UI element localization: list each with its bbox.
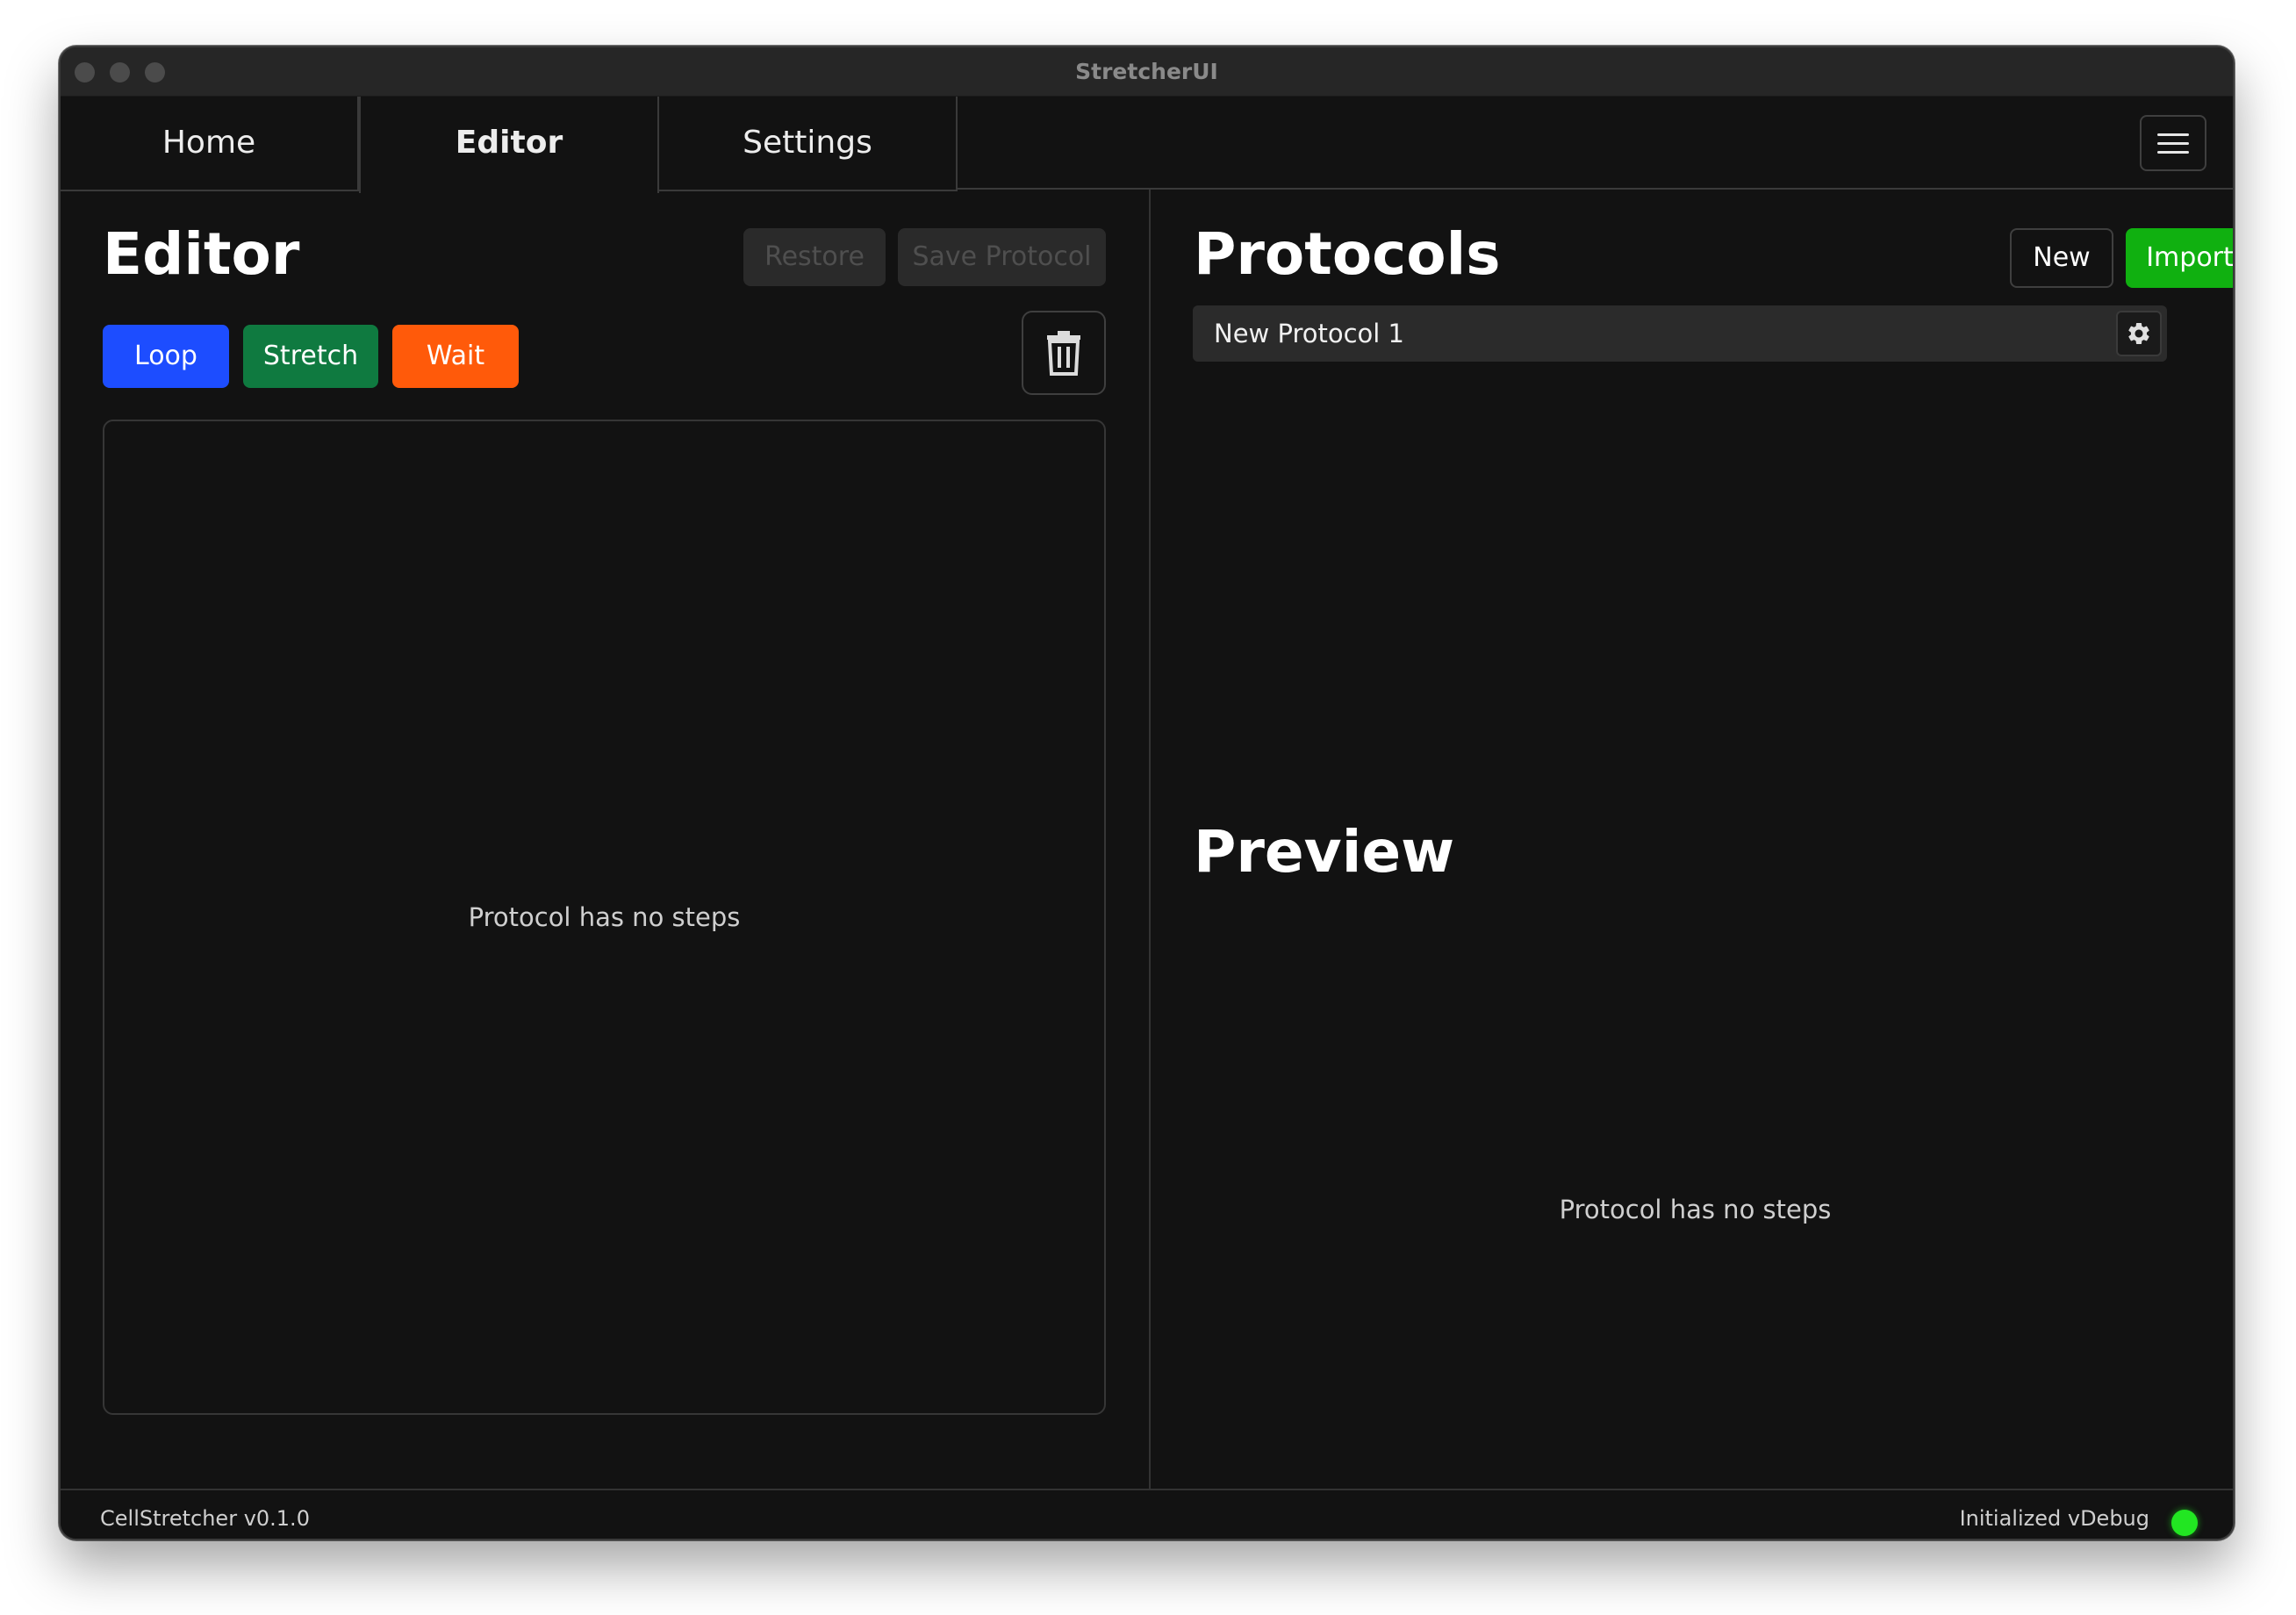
hamburger-menu-icon (2157, 133, 2189, 136)
add-stretch-button[interactable]: Stretch (243, 325, 378, 388)
title-bar[interactable]: StretcherUI (61, 47, 2233, 97)
add-wait-button[interactable]: Wait (392, 325, 519, 388)
save-protocol-button[interactable]: Save Protocol (898, 228, 1106, 286)
editor-title: Editor (103, 220, 300, 288)
import-protocol-button[interactable]: Import (2126, 228, 2233, 288)
protocol-list-item[interactable]: New Protocol 1 (1193, 305, 2167, 362)
protocol-name: New Protocol 1 (1214, 319, 1405, 348)
trash-icon (1047, 331, 1080, 376)
add-loop-button[interactable]: Loop (103, 325, 229, 388)
new-protocol-button[interactable]: New (2010, 228, 2113, 288)
editor-panel: Editor Restore Save Protocol Loop Stretc… (61, 190, 1149, 1489)
menu-button[interactable] (2140, 115, 2206, 171)
status-bar: CellStretcher v0.1.0 Initialized vDebug (61, 1489, 2233, 1539)
preview-empty-message: Protocol has no steps (1559, 1195, 1832, 1224)
restore-button[interactable]: Restore (743, 228, 886, 286)
window-title: StretcherUI (1075, 59, 1218, 84)
gear-icon (2128, 323, 2149, 344)
protocol-settings-button[interactable] (2116, 311, 2162, 356)
tab-editor[interactable]: Editor (359, 97, 659, 193)
app-window: StretcherUI Home Editor Settings Editor … (59, 46, 2235, 1540)
tab-bar: Home Editor Settings (61, 97, 2233, 193)
preview-title: Preview (1194, 818, 1455, 886)
steps-empty-message: Protocol has no steps (468, 902, 741, 932)
delete-button[interactable] (1022, 311, 1106, 395)
protocols-title: Protocols (1194, 220, 1501, 288)
main-content: Editor Restore Save Protocol Loop Stretc… (61, 190, 2233, 1489)
hamburger-menu-icon (2157, 150, 2189, 154)
tab-settings[interactable]: Settings (659, 97, 958, 190)
tab-home[interactable]: Home (61, 97, 359, 190)
status-indicator (2171, 1510, 2198, 1536)
status-text: Initialized vDebug (1959, 1506, 2149, 1531)
app-version: CellStretcher v0.1.0 (100, 1506, 310, 1531)
steps-list[interactable]: Protocol has no steps (103, 420, 1106, 1415)
hamburger-menu-icon (2157, 141, 2189, 145)
protocols-panel: Protocols New Import New Protocol 1 Prev… (1151, 190, 2233, 1489)
